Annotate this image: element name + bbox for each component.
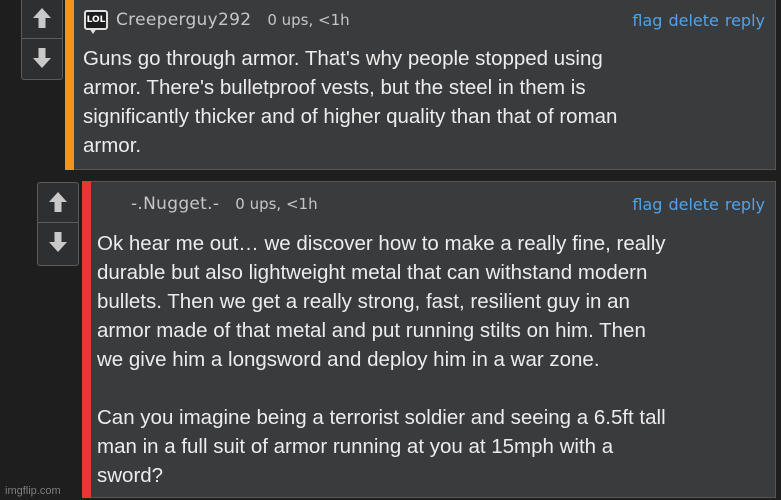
comment: LOL Creeperguy292 0 ups, <1h flag delete…: [65, 0, 776, 170]
comment-accent-bar: [82, 181, 91, 498]
upvote-arrow-icon[interactable]: [22, 0, 62, 37]
comment: -.Nugget.- 0 ups, <1h flag delete reply …: [82, 181, 776, 498]
vote-column: [21, 0, 63, 80]
comment-stats: 0 ups, <1h: [235, 195, 318, 213]
vote-column: [37, 182, 79, 266]
delete-link[interactable]: delete: [668, 195, 718, 214]
comment-body: Guns go through armor. That's why people…: [83, 47, 618, 157]
comment-meta: LOL Creeperguy292 0 ups, <1h flag delete…: [84, 7, 775, 34]
comment-stats: 0 ups, <1h: [267, 11, 350, 29]
flag-link[interactable]: flag: [632, 11, 662, 30]
comment-actions: flag delete reply: [632, 11, 765, 30]
comment-accent-bar: [65, 0, 74, 170]
comment-actions: flag delete reply: [632, 195, 765, 214]
comment-meta: -.Nugget.- 0 ups, <1h flag delete reply: [131, 191, 775, 217]
downvote-arrow-icon[interactable]: [22, 39, 62, 77]
lol-avatar-icon[interactable]: LOL: [84, 10, 108, 34]
upvote-arrow-icon[interactable]: [38, 183, 78, 221]
downvote-arrow-icon[interactable]: [38, 223, 78, 261]
comment-body: Ok hear me out… we discover how to make …: [97, 232, 666, 487]
username[interactable]: Creeperguy292: [116, 10, 251, 30]
delete-link[interactable]: delete: [668, 11, 718, 30]
reply-link[interactable]: reply: [725, 11, 765, 30]
watermark: imgflip.com: [5, 485, 61, 497]
flag-link[interactable]: flag: [632, 195, 662, 214]
reply-link[interactable]: reply: [725, 195, 765, 214]
username[interactable]: -.Nugget.-: [131, 194, 219, 214]
